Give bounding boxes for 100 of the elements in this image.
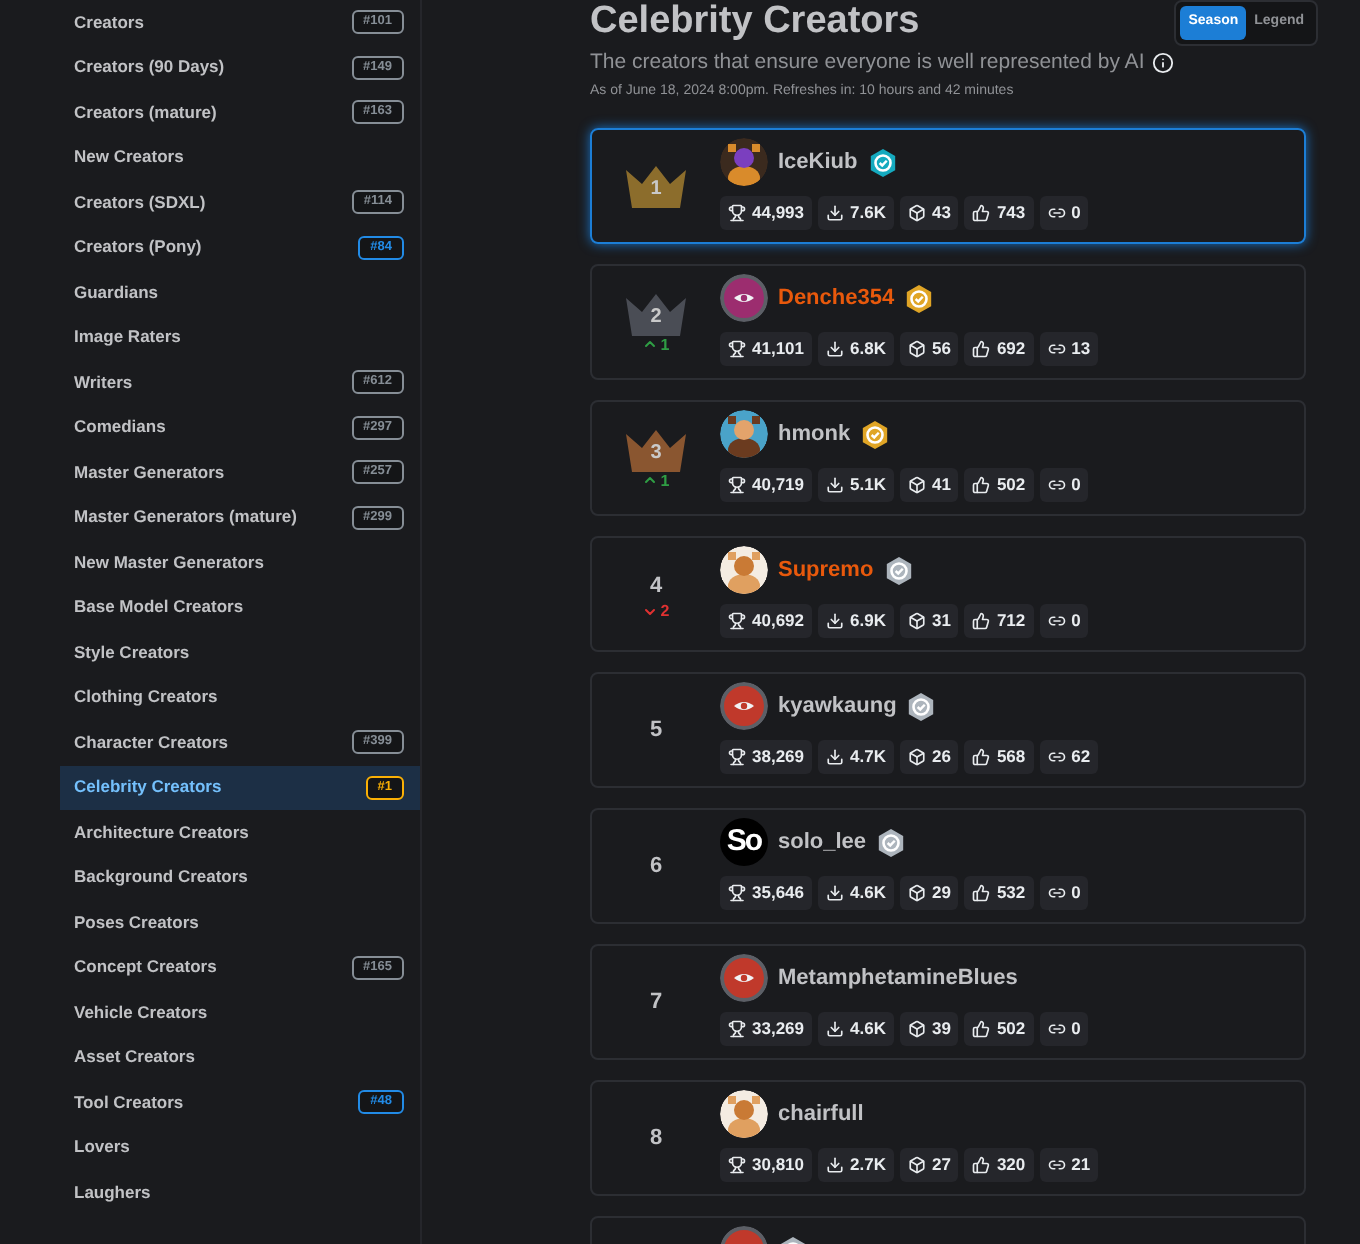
sidebar-label: Character Creators (74, 729, 229, 756)
leaderboard-card[interactable]: 7 MetamphetamineBlues 33,269 4.6K 39 502 0 (590, 944, 1306, 1061)
sidebar-label: Tool Creators (74, 1089, 184, 1116)
stat-value: 44,993 (752, 200, 804, 227)
sidebar-label: Writers (74, 369, 133, 396)
sidebar-label: Base Model Creators (74, 594, 244, 621)
rank-number: 8 (649, 1124, 663, 1154)
trophy-icon (728, 340, 746, 359)
stat-value: 27 (931, 1152, 951, 1179)
rank-number: 6 (649, 852, 663, 882)
stat-value: 33,269 (752, 1016, 804, 1043)
sidebar-item[interactable]: New Creators (60, 135, 420, 180)
download-icon (826, 884, 844, 903)
creator-name[interactable]: chairfull (778, 1098, 864, 1131)
stat-value: 13 (1071, 336, 1091, 363)
stat-value: 41,101 (752, 336, 804, 363)
creator-name[interactable]: Supremo (778, 554, 874, 587)
stat-value: 692 (996, 336, 1026, 363)
sidebar-item[interactable]: Style Creators (60, 630, 420, 675)
stat-value: 30,810 (752, 1152, 804, 1179)
leaderboard-card[interactable]: 2 1 Denche354 41,101 6.8K 56 692 13 (590, 264, 1306, 381)
creator-name[interactable]: Denche354 (778, 282, 895, 315)
stat-value: 7.6K (850, 200, 886, 227)
thumbs-up-icon (972, 476, 991, 495)
leaderboard-card[interactable]: 6 So solo_lee 35,646 4.6K 29 532 0 (590, 808, 1306, 925)
sidebar-label: Creators (SDXL) (74, 189, 206, 216)
sidebar-item[interactable]: Image Raters (60, 315, 420, 360)
cube-icon (907, 204, 926, 223)
thumbs-up-icon (972, 1020, 991, 1039)
stat-value: 62 (1071, 744, 1091, 771)
trophy-icon (728, 1156, 746, 1175)
sidebar-item[interactable]: Base Model Creators (60, 585, 420, 630)
link-icon (1047, 340, 1066, 359)
rank-change: 2 (660, 602, 670, 620)
sidebar-label: Style Creators (74, 639, 190, 666)
leaderboard-card[interactable]: 3 1 hmonk 40,719 5.1K 41 502 0 (590, 400, 1306, 517)
sidebar-item[interactable]: Asset Creators (60, 1035, 420, 1080)
download-icon (826, 204, 844, 223)
creator-name[interactable]: solo_lee (778, 826, 867, 859)
sidebar-label: Master Generators (74, 459, 225, 486)
cube-icon (907, 1156, 926, 1175)
rank-number: 3 (650, 439, 662, 468)
stat-value: 35,646 (752, 880, 804, 907)
verified-badge-icon (906, 691, 937, 722)
stat-value: 6.9K (850, 608, 886, 635)
thumbs-up-icon (972, 204, 991, 223)
sidebar-label: Celebrity Creators (74, 774, 222, 801)
sidebar-item[interactable]: Guardians (60, 270, 420, 315)
rank-number: 1 (650, 176, 662, 205)
up-chevron-icon (642, 336, 659, 353)
stat-value: 29 (931, 880, 951, 907)
sidebar-label: Comedians (74, 414, 166, 441)
sidebar-item[interactable]: Background Creators (60, 855, 420, 900)
info-icon[interactable] (1152, 52, 1175, 75)
link-icon (1047, 476, 1066, 495)
creator-name[interactable]: IceKiub (778, 146, 858, 179)
stat-value: 4.7K (850, 744, 886, 771)
rank-change: 1 (660, 471, 670, 490)
download-icon (826, 1156, 844, 1175)
sidebar-item[interactable]: New Master Generators (60, 540, 420, 585)
trophy-icon (728, 1020, 746, 1039)
sidebar-label: New Creators (74, 144, 184, 171)
download-icon (826, 476, 844, 495)
stat-value: 0 (1071, 1016, 1081, 1043)
link-icon (1047, 884, 1066, 903)
leaderboard-card[interactable]: 5 kyawkaung 38,269 4.7K 26 568 62 (590, 672, 1306, 789)
cube-icon (907, 1020, 926, 1039)
creator-name[interactable]: hmonk (778, 418, 851, 451)
trophy-icon (728, 884, 746, 903)
download-icon (826, 1020, 844, 1039)
sidebar-label: Master Generators (mature) (74, 504, 297, 531)
sidebar-label: Creators (Pony) (74, 234, 202, 261)
sidebar-label: Clothing Creators (74, 684, 218, 711)
sidebar-item[interactable]: Lovers (60, 1125, 420, 1170)
sidebar-item[interactable]: Poses Creators (60, 900, 420, 945)
thumbs-up-icon (972, 1156, 991, 1175)
creator-name[interactable]: MetamphetamineBlues (778, 962, 1018, 995)
verified-badge-icon (867, 147, 898, 178)
stat-value: 0 (1071, 200, 1081, 227)
verified-badge-icon (904, 283, 935, 314)
leaderboard-card[interactable]: 1 IceKiub 44,993 7.6K 43 743 0 (590, 128, 1306, 245)
stat-value: 0 (1071, 608, 1081, 635)
sidebar-item[interactable]: Vehicle Creators (60, 990, 420, 1035)
sidebar-item[interactable]: Architecture Creators (60, 810, 420, 855)
trophy-icon (728, 612, 746, 631)
rank-change: 1 (660, 335, 670, 354)
leaderboard-card[interactable]: 4 2 Supremo 40,692 6.9K 31 712 0 (590, 536, 1306, 653)
leaderboard-card[interactable]: 8 chairfull 30,810 2.7K 27 320 21 (590, 1080, 1306, 1197)
download-icon (826, 340, 844, 359)
stat-value: 502 (996, 1016, 1026, 1043)
stat-value: 6.8K (850, 336, 886, 363)
creator-name[interactable]: kyawkaung (778, 690, 897, 723)
stat-value: 2.7K (850, 1152, 886, 1179)
stat-value: 532 (996, 880, 1026, 907)
stat-value: 5.1K (850, 472, 886, 499)
link-icon (1047, 1020, 1066, 1039)
sidebar-item[interactable]: Laughers (60, 1170, 420, 1215)
sidebar-label: Concept Creators (74, 954, 217, 981)
rank-number: 5 (649, 716, 663, 746)
sidebar-item[interactable]: Clothing Creators (60, 675, 420, 720)
